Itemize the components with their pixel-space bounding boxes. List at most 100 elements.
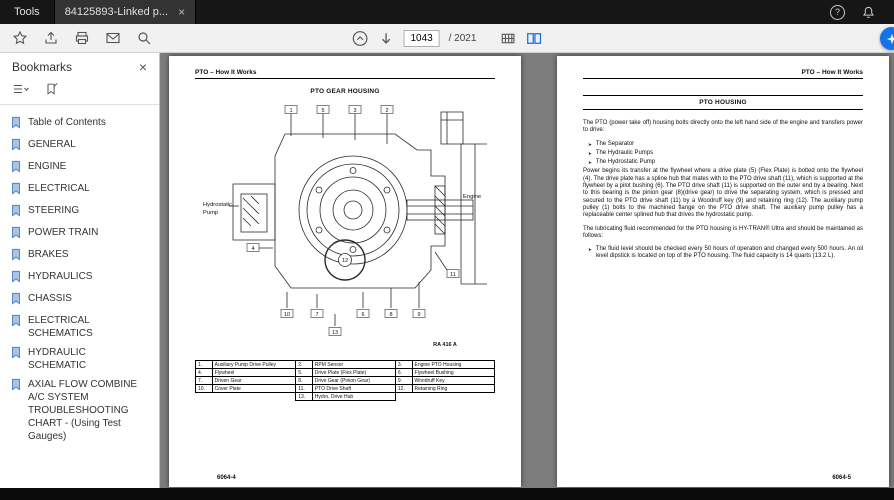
page-header: PTO – How It Works (195, 69, 495, 79)
page-number-input[interactable] (404, 30, 440, 47)
page-thumbnails-icon[interactable] (499, 30, 516, 47)
svg-text:10: 10 (284, 312, 290, 318)
table-row: 7. Driven Gear 8. Drive Gear (Pinion Gea… (196, 377, 495, 385)
sidebar-item-label: ELECTRICAL (28, 182, 90, 195)
close-panel-icon[interactable]: × (139, 60, 147, 74)
export-share-icon[interactable] (43, 30, 59, 46)
titlebar: Tools 84125893-Linked p... × ? (0, 0, 894, 24)
document-viewer[interactable]: PTO – How It Works PTO GEAR HOUSING (161, 52, 894, 488)
sidebar-item-label: Table of Contents (28, 116, 106, 129)
sidebar-item-label: POWER TRAIN (28, 226, 98, 239)
bookmarks-panel: Bookmarks × Table of Contents GENERAL EN… (0, 52, 160, 488)
sidebar-item-electrical-schematics[interactable]: ELECTRICAL SCHEMATICS (6, 311, 155, 343)
sidebar-item-label: CHASSIS (28, 292, 72, 305)
callout-3: 3 (349, 106, 361, 114)
tab-tools-label: Tools (14, 6, 40, 18)
table-row: 13. Hydro. Drive Hub (196, 393, 495, 401)
part-number: 9. (395, 377, 412, 385)
list-item: ➤ The fluid level should be checked ever… (583, 246, 863, 261)
svg-text:11: 11 (450, 272, 456, 278)
part-label: Flywheel (212, 369, 296, 377)
page-up-icon[interactable] (352, 30, 369, 47)
page-down-icon[interactable] (378, 30, 395, 47)
star-icon[interactable] (12, 30, 28, 46)
paragraph: The PTO (power take off) housing bolts d… (583, 120, 863, 135)
callout-7: 7 (311, 310, 323, 318)
print-icon[interactable] (74, 30, 90, 46)
sidebar-item-general[interactable]: GENERAL (6, 135, 155, 157)
bookmark-icon (10, 116, 22, 132)
sidebar-item-brakes[interactable]: BRAKES (6, 245, 155, 267)
pto-gear-housing-diagram: 1 5 3 2 4 (195, 98, 495, 350)
bookmark-icon (10, 346, 22, 362)
sidebar-item-label: ENGINE (28, 160, 66, 173)
svg-text:6: 6 (361, 312, 364, 318)
list-item-text: The fluid level should be checked every … (596, 246, 863, 261)
callout-8: 8 (385, 310, 397, 318)
arrow-bullet-icon: ➤ (588, 246, 592, 261)
sidebar-item-steering[interactable]: STEERING (6, 201, 155, 223)
sidebar-item-engine[interactable]: ENGINE (6, 157, 155, 179)
bookmark-icon (10, 248, 22, 264)
callout-11: 11 (447, 270, 459, 278)
sidebar-item-hydraulics[interactable]: HYDRAULICS (6, 267, 155, 289)
part-label: PTO Drive Shaft (312, 385, 395, 393)
search-icon[interactable] (136, 30, 152, 46)
bookmark-icon (10, 314, 22, 330)
part-label: Woodruff Key (412, 377, 494, 385)
callout-12: 12 (339, 254, 352, 267)
tab-tools[interactable]: Tools (0, 0, 54, 24)
table-row: 10. Cover Plate 11. PTO Drive Shaft 12. … (196, 385, 495, 393)
two-page-view-icon[interactable] (525, 30, 542, 47)
part-label: Cover Plate (212, 385, 296, 393)
callout-4: 4 (247, 244, 259, 252)
figure-title: PTO GEAR HOUSING (195, 88, 495, 95)
sidebar-item-label: HYDRAULICS (28, 270, 92, 283)
part-label: Engine PTO Housing (412, 361, 494, 369)
bookmark-icon (10, 378, 22, 394)
sidebar-item-label: ELECTRICAL SCHEMATICS (28, 314, 146, 340)
sidebar-item-electrical[interactable]: ELECTRICAL (6, 179, 155, 201)
bookmarks-toolbar (0, 78, 159, 105)
table-row: 1. Auxiliary Pump Drive Pulley 2. RPM Se… (196, 361, 495, 369)
sidebar-item-label: BRAKES (28, 248, 69, 261)
list-item-text: The Hydraulic Pumps (596, 150, 863, 157)
tab-document[interactable]: 84125893-Linked p... × (54, 0, 196, 24)
sidebar-item-label: GENERAL (28, 138, 76, 151)
part-number: 8. (296, 377, 313, 385)
sidebar-item-hydraulic-schematic[interactable]: HYDRAULIC SCHEMATIC (6, 343, 155, 375)
close-tab-icon[interactable]: × (178, 6, 185, 18)
part-number: 3. (395, 361, 412, 369)
callout-2: 2 (381, 106, 393, 114)
part-number: 5. (296, 369, 313, 377)
panel-options-icon[interactable] (12, 82, 30, 96)
part-number: 4. (196, 369, 213, 377)
sidebar-item-table-of-contents[interactable]: Table of Contents (6, 113, 155, 135)
assistant-button[interactable] (880, 27, 894, 50)
part-label: Hydro. Drive Hub (312, 393, 395, 401)
part-number: 1. (196, 361, 213, 369)
help-icon[interactable]: ? (830, 5, 845, 20)
callout-5: 5 (317, 106, 329, 114)
arrow-bullet-icon: ➤ (588, 141, 592, 148)
section-title: PTO HOUSING (583, 95, 863, 110)
page-number-footer: 6064-5 (832, 475, 851, 481)
email-icon[interactable] (105, 30, 121, 46)
part-number: 13. (296, 393, 313, 401)
bookmark-icon (10, 182, 22, 198)
notifications-bell-icon[interactable] (861, 5, 876, 20)
part-number: 11. (296, 385, 313, 393)
figure-reference: RA 416 A (433, 342, 457, 348)
svg-text:4: 4 (251, 246, 254, 252)
bookmark-icon (10, 270, 22, 286)
sidebar-item-ac-troubleshooting[interactable]: AXIAL FLOW COMBINE A/C SYSTEM TROUBLESHO… (6, 375, 155, 446)
sidebar-item-label: STEERING (28, 204, 79, 217)
parts-legend-table: 1. Auxiliary Pump Drive Pulley 2. RPM Se… (195, 360, 495, 401)
arrow-bullet-icon: ➤ (588, 159, 592, 166)
paragraph: The lubricating fluid recommended for th… (583, 226, 863, 241)
add-bookmark-icon[interactable] (44, 82, 59, 96)
sidebar-item-power-train[interactable]: POWER TRAIN (6, 223, 155, 245)
svg-text:7: 7 (315, 312, 318, 318)
sidebar-item-chassis[interactable]: CHASSIS (6, 289, 155, 311)
part-number: 6. (395, 369, 412, 377)
